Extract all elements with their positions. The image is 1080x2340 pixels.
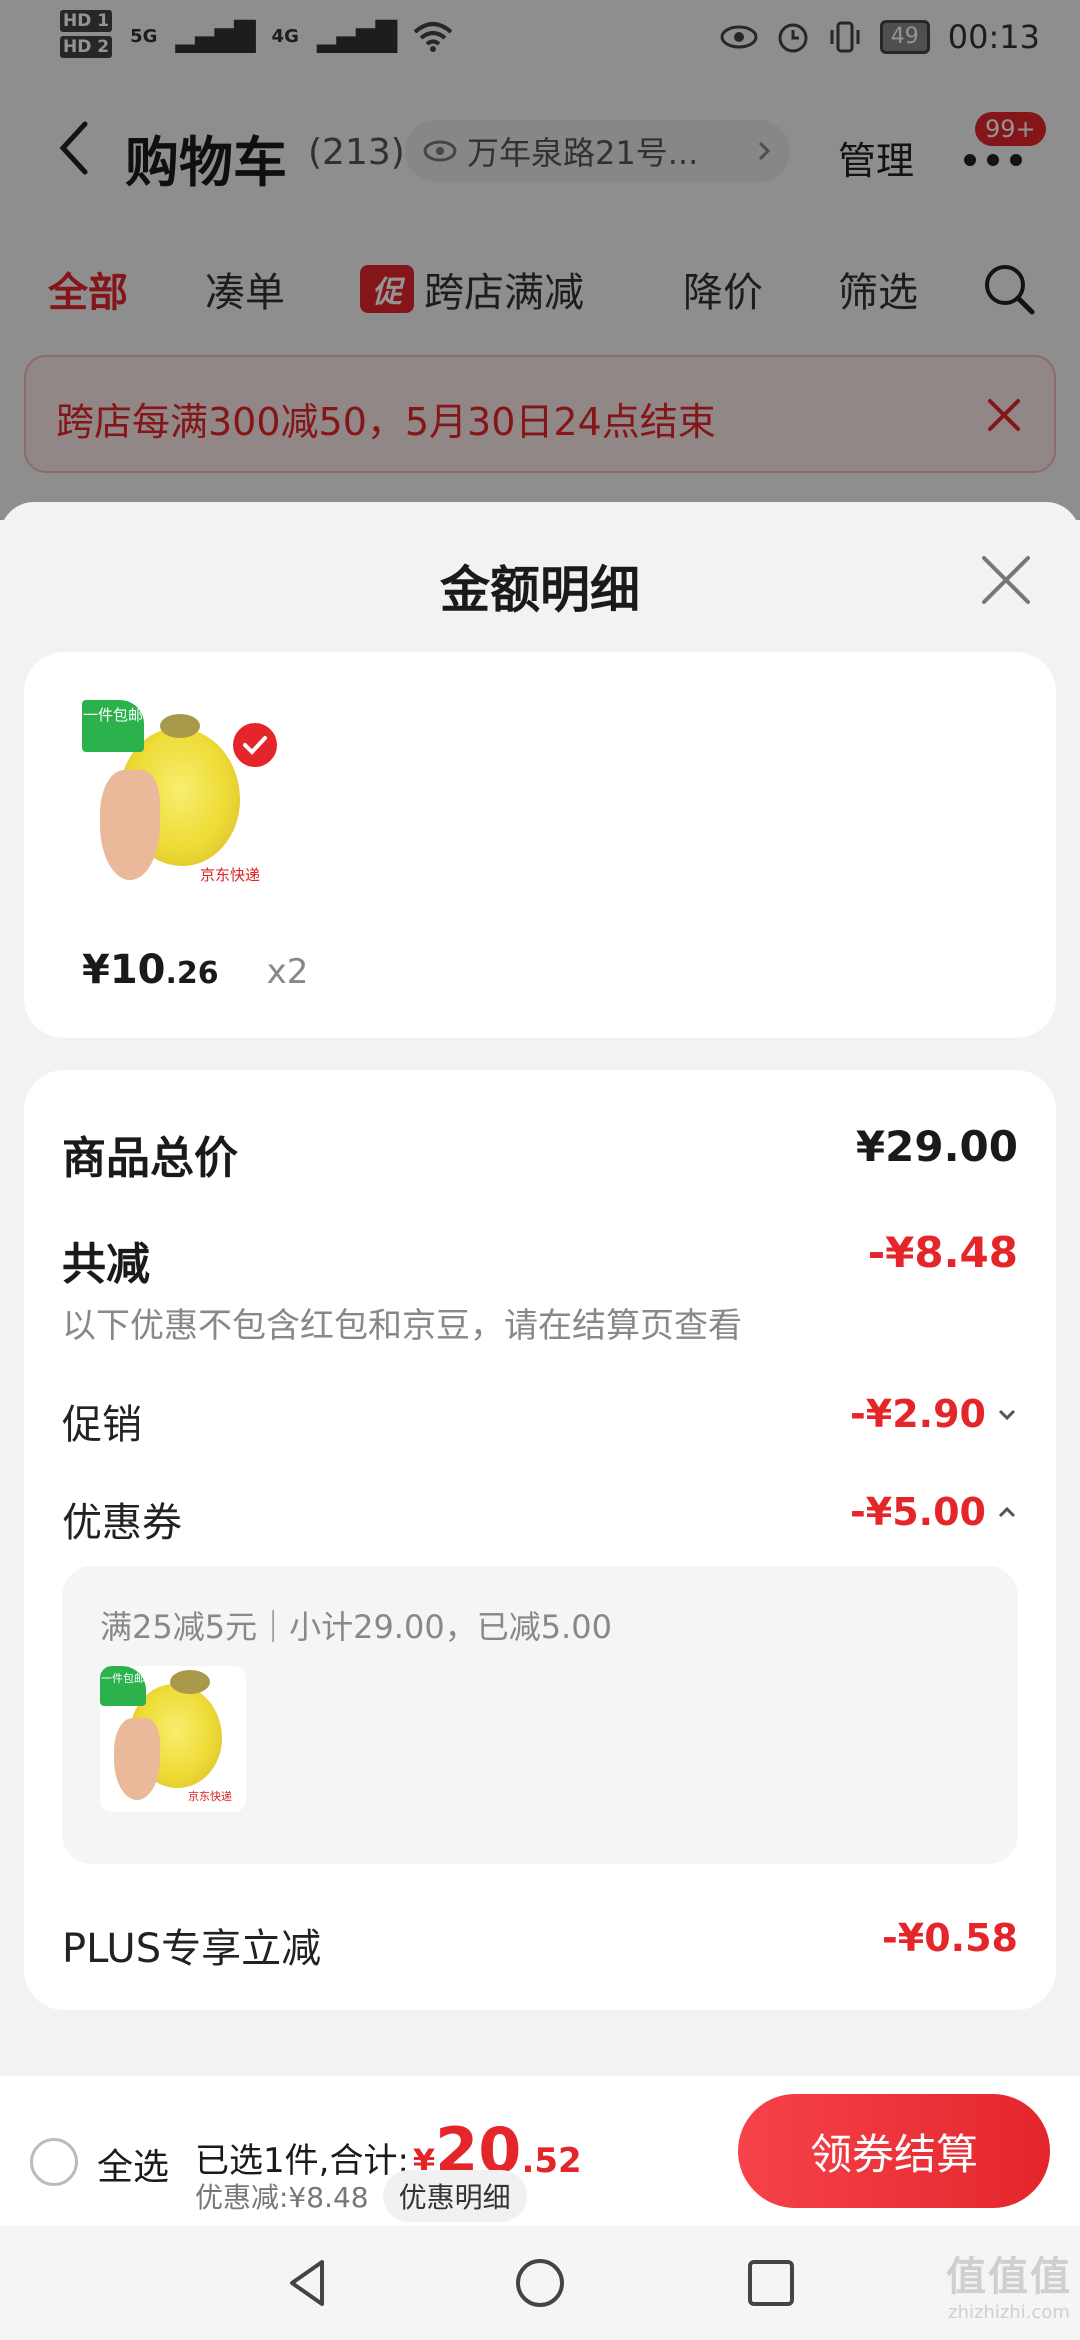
promotion-label: 促销	[62, 1402, 142, 1448]
watermark-logo: 值值值	[946, 2254, 1072, 2300]
total-price-label: 商品总价	[62, 1133, 238, 1184]
modal-overlay[interactable]	[0, 0, 1080, 520]
free-shipping-tag: 一件包邮	[82, 700, 144, 752]
nav-home-icon[interactable]	[513, 2256, 567, 2310]
watermark-url: zhizhizhi.com	[948, 2302, 1070, 2323]
chevron-up-icon	[998, 1506, 1016, 1518]
nav-back-icon[interactable]	[282, 2256, 336, 2310]
jd-express-mark: 京东快递	[188, 1790, 232, 1803]
price-detail-card: 商品总价 ¥29.00 共减 -¥8.48 以下优惠不包含红包和京豆，请在结算页…	[24, 1070, 1056, 2010]
free-shipping-tag: 一件包邮	[100, 1666, 146, 1706]
discount-detail-button[interactable]: 优惠明细	[382, 2170, 527, 2222]
hand-image	[100, 770, 160, 880]
checkout-button[interactable]: 领券结算	[738, 2094, 1050, 2208]
product-image[interactable]: 一件包邮 京东快递	[82, 700, 280, 896]
coupon-detail-box: 满25减5元｜小计29.00，已减5.00 一件包邮 京东快递	[62, 1566, 1018, 1864]
check-icon	[230, 720, 280, 770]
jd-express-mark: 京东快递	[200, 866, 261, 884]
select-all-checkbox[interactable]	[30, 2138, 78, 2186]
total-reduce-value: -¥8.48	[867, 1228, 1018, 1277]
discount-summary: 优惠减:¥8.48 优惠明细	[195, 2170, 527, 2222]
hand-image	[114, 1718, 160, 1800]
total-price-value: ¥29.00	[855, 1122, 1018, 1171]
product-quantity: x2	[266, 952, 309, 992]
reduce-note: 以下优惠不包含红包和京豆，请在结算页查看	[62, 1306, 742, 1346]
plus-discount-value: -¥0.58	[882, 1916, 1018, 1960]
plus-discount-label: PLUS专享立减	[62, 1926, 322, 1972]
chevron-down-icon	[998, 1409, 1016, 1421]
coupon-detail-text: 满25减5元｜小计29.00，已减5.00	[100, 1608, 612, 1646]
close-icon[interactable]	[978, 552, 1034, 608]
total-amount-decimal: .52	[521, 2141, 582, 2181]
system-navigation-bar: 值值值 zhizhizhi.com	[0, 2226, 1080, 2340]
select-all-label[interactable]: 全选	[97, 2138, 169, 2190]
product-card: 一件包邮 京东快递 ¥10.26 x2	[24, 652, 1056, 1038]
promotion-value: -¥2.90	[850, 1392, 986, 1436]
sheet-title: 金额明细	[440, 561, 640, 619]
coupon-label: 优惠券	[62, 1500, 182, 1546]
watermark: 值值值 zhizhizhi.com	[946, 2244, 1072, 2323]
product-price: ¥10.26	[82, 947, 219, 993]
total-reduce-label: 共减	[62, 1239, 150, 1290]
coupon-product-image[interactable]: 一件包邮 京东快递	[100, 1666, 246, 1812]
checkout-bar: 全选 已选1件,合计: ¥ 20 .52 优惠减:¥8.48 优惠明细 领券结算	[0, 2076, 1080, 2226]
coupon-value: -¥5.00	[850, 1490, 986, 1534]
amount-detail-sheet: 金额明细 一件包邮 京东快递 ¥10.26 x2 商品总价 ¥29.00 共减	[0, 502, 1080, 2082]
product-price-row: ¥10.26 x2	[82, 947, 308, 993]
nav-recents-icon[interactable]	[744, 2256, 798, 2310]
discount-text: 优惠减:¥8.48	[195, 2181, 369, 2214]
